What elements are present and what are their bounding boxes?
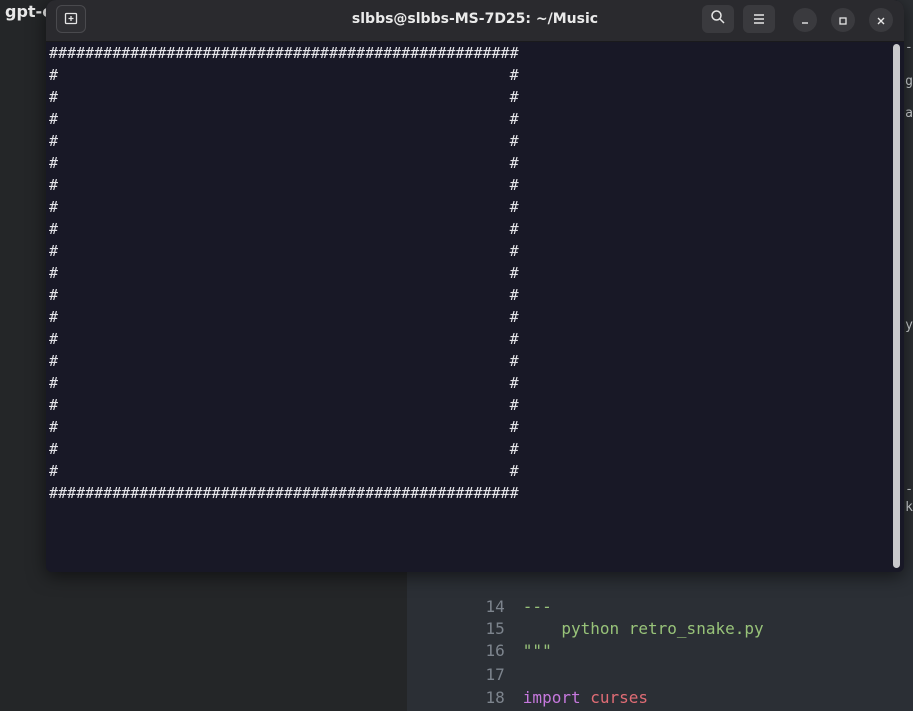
search-button[interactable] <box>702 5 734 33</box>
board-row: # # <box>49 110 519 128</box>
board-top-border: ########################################… <box>49 44 519 62</box>
board-row: # # <box>49 264 519 282</box>
code-text: """ <box>522 641 552 660</box>
terminal-output[interactable]: ########################################… <box>46 42 891 572</box>
code-text: python retro_snake.py <box>522 619 764 638</box>
maximize-icon <box>838 11 848 30</box>
terminal-titlebar[interactable]: slbbs@slbbs-MS-7D25: ~/Music <box>46 0 904 42</box>
search-icon <box>710 9 726 29</box>
hamburger-menu-icon <box>752 10 766 29</box>
right-fragment: g <box>905 74 913 89</box>
code-editor[interactable]: 14 --- 15 python retro_snake.py 16 """ 17 … <box>407 560 913 711</box>
board-row: # # <box>49 418 519 436</box>
board-bottom-border: ########################################… <box>49 484 519 502</box>
board-row: # # <box>49 66 519 84</box>
board-row: # # <box>49 374 519 392</box>
code-line: 19import random <box>407 686 648 709</box>
board-row: # # <box>49 198 519 216</box>
board-row: # # <box>49 286 519 304</box>
close-icon <box>876 11 886 30</box>
minimize-icon <box>800 11 810 30</box>
board-row: # # <box>49 88 519 106</box>
maximize-button[interactable] <box>831 8 855 32</box>
right-fragment: y <box>905 318 913 333</box>
board-row: # # <box>49 220 519 238</box>
board-row: # # <box>49 330 519 348</box>
right-fragment: - <box>905 482 913 497</box>
code-line: 14 --- <box>407 572 552 616</box>
background-window-label: gpt-c <box>5 2 52 21</box>
board-row: # # <box>49 154 519 172</box>
code-line: 16 """ <box>407 616 552 660</box>
terminal-scrollbar[interactable] <box>893 44 900 568</box>
board-row: # # <box>49 176 519 194</box>
board-row: # # <box>49 440 519 458</box>
board-row: # # <box>49 308 519 326</box>
right-fragment: a <box>905 106 913 121</box>
terminal-window[interactable]: slbbs@slbbs-MS-7D25: ~/Music ###########… <box>46 0 904 572</box>
code-line: 18 import curses <box>407 663 649 707</box>
window-title: slbbs@slbbs-MS-7D25: ~/Music <box>351 11 599 27</box>
desktop: gpt-c l-l g a y - :k 14--- 15 python ret… <box>0 0 913 711</box>
board-row: # # <box>49 352 519 370</box>
minimize-button[interactable] <box>793 8 817 32</box>
close-button[interactable] <box>869 8 893 32</box>
code-line: 15 python retro_snake.py <box>407 594 764 638</box>
board-row: # # <box>49 242 519 260</box>
board-row: # # <box>49 462 519 480</box>
board-row: # # <box>49 132 519 150</box>
code-line: 17 <box>407 640 523 684</box>
menu-button[interactable] <box>743 5 775 33</box>
board-row: # # <box>49 396 519 414</box>
